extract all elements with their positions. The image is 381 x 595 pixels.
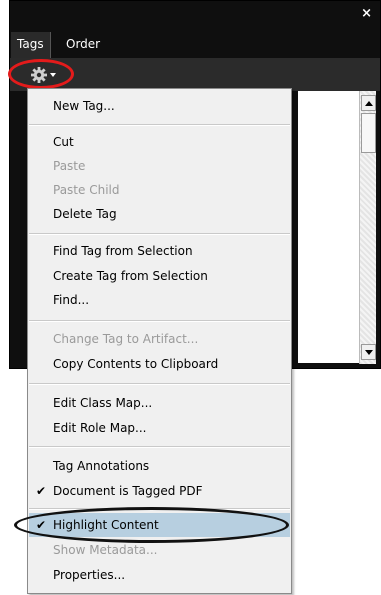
scroll-up-button[interactable] (361, 95, 376, 111)
annotation-red-circle (8, 59, 74, 89)
panel-title-bar: × (10, 1, 380, 32)
arrow-up-icon (365, 101, 373, 106)
menu-separator (29, 446, 290, 448)
arrow-down-icon (365, 350, 373, 355)
annotation-black-ellipse (14, 507, 289, 543)
close-icon[interactable]: × (361, 7, 372, 21)
menu-separator (29, 320, 290, 322)
menu-separator (29, 124, 290, 126)
menu-item-find[interactable]: Find... (29, 288, 290, 312)
menu-item-tag-annotations[interactable]: Tag Annotations (29, 454, 290, 478)
menu-item-create-tag-from-selection[interactable]: Create Tag from Selection (29, 264, 290, 288)
menu-separator (29, 383, 290, 385)
scroll-down-button[interactable] (361, 344, 376, 360)
checkmark-icon: ✔ (36, 484, 47, 498)
menu-separator (29, 233, 290, 235)
menu-item-properties[interactable]: Properties... (29, 563, 290, 587)
tab-bar: Tags Order (10, 32, 380, 58)
menu-item-copy-contents-to-clipboard[interactable]: Copy Contents to Clipboard (29, 352, 290, 376)
menu-item-paste-child[interactable]: Paste Child (29, 178, 290, 202)
menu-item-delete-tag[interactable]: Delete Tag (29, 202, 290, 226)
menu-item-cut[interactable]: Cut (29, 130, 290, 154)
tab-order[interactable]: Order (60, 32, 106, 58)
tab-tags[interactable]: Tags (11, 32, 51, 58)
scroll-thumb[interactable] (361, 113, 376, 153)
vertical-scrollbar[interactable] (359, 91, 376, 364)
tags-tree-area[interactable] (298, 91, 360, 363)
menu-item-document-is-tagged-pdf[interactable]: ✔ Document is Tagged PDF (29, 479, 290, 503)
menu-item-change-tag-to-artifact[interactable]: Change Tag to Artifact... (29, 327, 290, 351)
menu-item-label: Document is Tagged PDF (53, 484, 203, 498)
menu-item-edit-class-map[interactable]: Edit Class Map... (29, 391, 290, 415)
menu-item-edit-role-map[interactable]: Edit Role Map... (29, 416, 290, 440)
menu-item-paste[interactable]: Paste (29, 154, 290, 178)
menu-item-find-tag-from-selection[interactable]: Find Tag from Selection (29, 239, 290, 263)
menu-item-new-tag[interactable]: New Tag... (29, 94, 290, 118)
